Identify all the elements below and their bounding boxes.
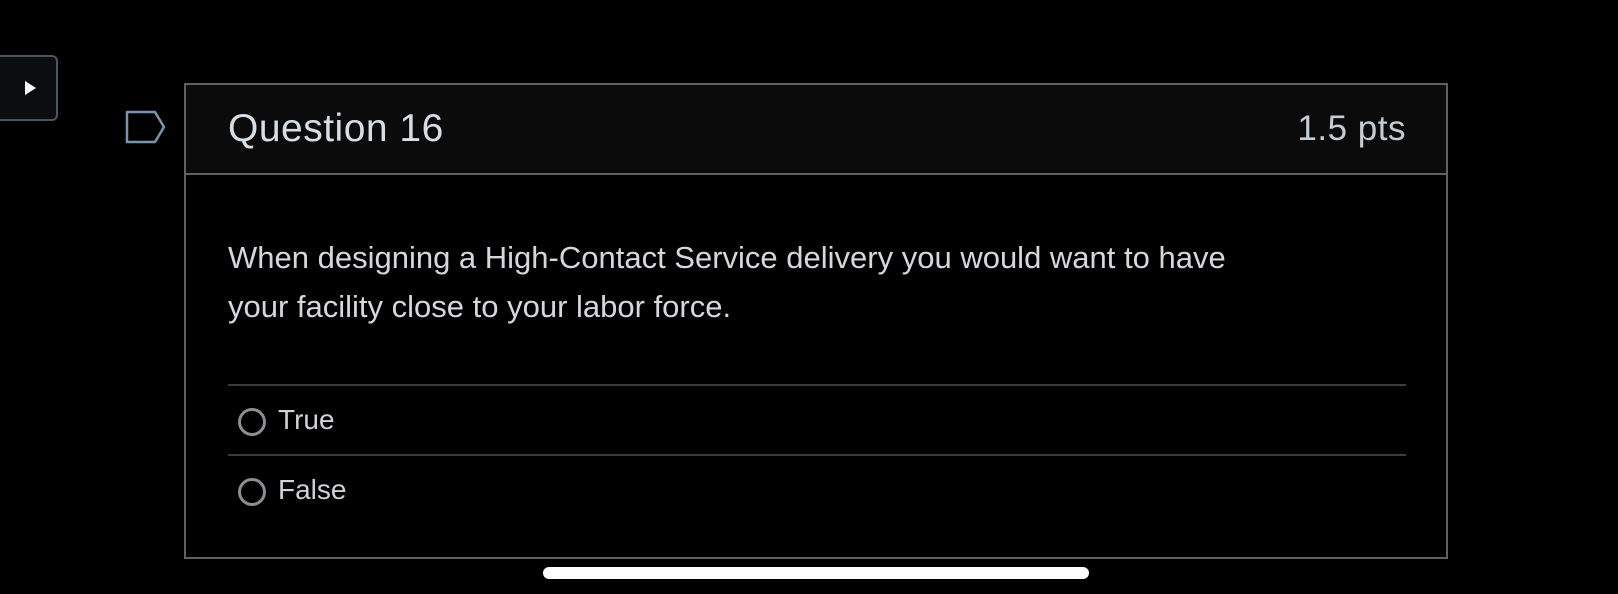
side-panel-toggle-button[interactable] <box>0 55 58 121</box>
question-card: Question 16 1.5 pts When designing a Hig… <box>184 83 1448 559</box>
quiz-screen: Question 16 1.5 pts When designing a Hig… <box>0 0 1618 594</box>
flag-question-button[interactable] <box>125 110 167 144</box>
answer-label-false: False <box>278 474 347 505</box>
answer-option-false[interactable]: False <box>228 454 1406 524</box>
question-points: 1.5 pts <box>1297 109 1406 148</box>
answer-option-true[interactable]: True <box>228 384 1406 454</box>
question-title: Question 16 <box>228 107 444 150</box>
play-icon <box>24 81 36 95</box>
home-indicator <box>543 567 1089 579</box>
answer-list: True False <box>228 384 1406 524</box>
answer-label-true: True <box>278 404 335 435</box>
question-header: Question 16 1.5 pts <box>186 85 1446 175</box>
question-text: When designing a High-Contact Service de… <box>228 240 1226 324</box>
flag-outline-icon <box>125 110 166 144</box>
radio-button-true[interactable] <box>238 408 266 436</box>
question-body: When designing a High-Contact Service de… <box>186 175 1446 524</box>
radio-button-false[interactable] <box>238 478 266 506</box>
